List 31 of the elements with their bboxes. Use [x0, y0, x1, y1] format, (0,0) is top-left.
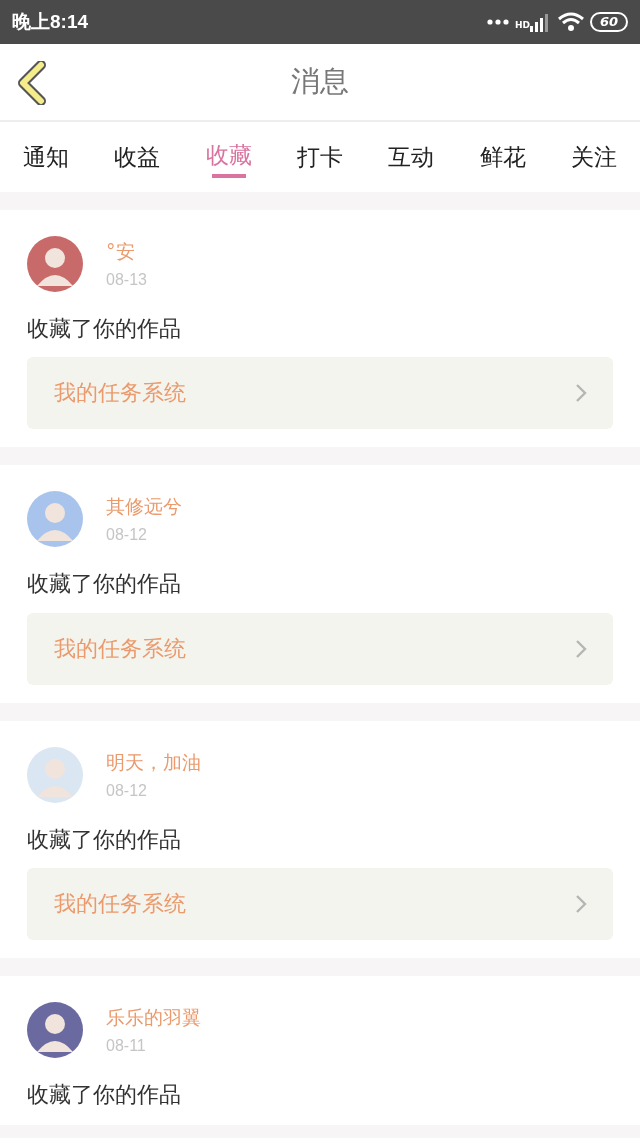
message-text: 收藏了你的作品: [27, 571, 182, 597]
chevron-icon: [575, 893, 587, 914]
message-date: 08-12: [106, 526, 148, 545]
page-title: 消息: [291, 63, 349, 100]
message-text: 收藏了你的作品: [27, 826, 182, 852]
task-link[interactable]: 我的任务系统: [27, 612, 613, 685]
tab[interactable]: 互动: [365, 122, 458, 192]
message-date: 08-13: [106, 271, 147, 289]
task-link[interactable]: 我的任务系统: [27, 357, 613, 430]
message-date: 08-12: [106, 781, 148, 800]
task-link[interactable]: 我的任务系统: [27, 867, 613, 940]
dots-icon: [486, 19, 509, 25]
chevron-icon: [575, 638, 587, 659]
back-icon[interactable]: [17, 61, 47, 105]
message-text: 收藏了你的作品: [27, 316, 182, 342]
user-name[interactable]: 乐乐的羽翼: [106, 1004, 201, 1031]
user-name[interactable]: 其修远兮: [106, 494, 182, 521]
user-name[interactable]: 明天，加油: [106, 749, 201, 776]
message-text: 收藏了你的作品: [27, 1081, 182, 1108]
tab[interactable]: 鲜花: [457, 122, 549, 192]
user-name[interactable]: °安: [106, 239, 147, 265]
tab[interactable]: 关注: [548, 122, 640, 192]
tab[interactable]: 通知: [0, 122, 92, 192]
message-date: 08-11: [106, 1036, 147, 1055]
tab[interactable]: 打卡: [274, 122, 366, 192]
tab[interactable]: 收益: [91, 122, 183, 192]
battery-icon: 60: [589, 12, 628, 32]
chevron-icon: [575, 383, 587, 404]
wifi-icon: [557, 12, 584, 32]
network-label: HD: [514, 20, 530, 30]
clock-time: 晚上8:14: [12, 10, 89, 34]
